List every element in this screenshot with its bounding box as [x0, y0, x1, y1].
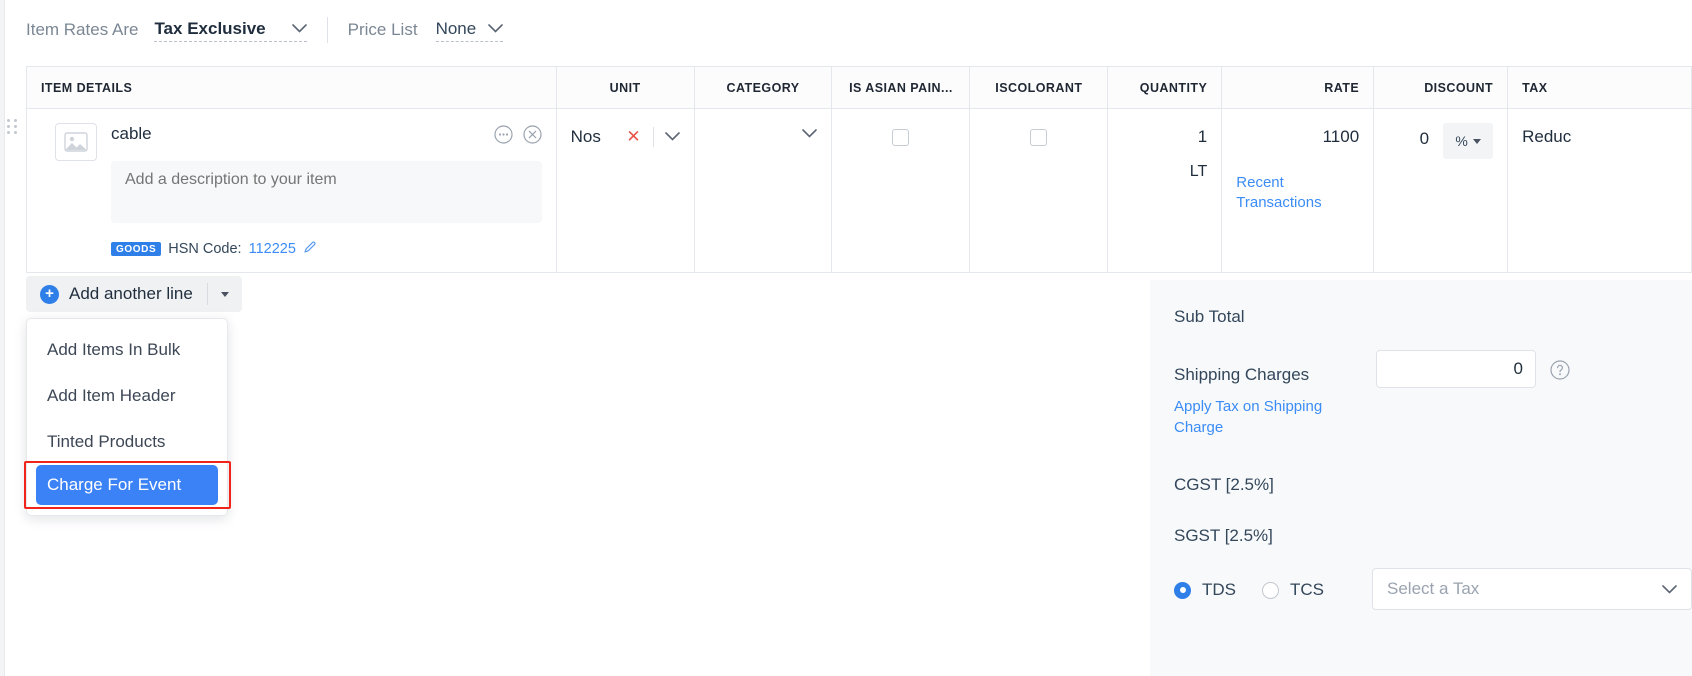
add-another-line-dropdown-toggle[interactable]: [208, 276, 242, 312]
caret-down-icon: [220, 291, 229, 297]
add-line-dropdown-menu: Add Items In Bulk Add Item Header Tinted…: [26, 318, 228, 516]
column-header-unit[interactable]: UNIT: [557, 66, 695, 109]
more-options-icon[interactable]: [494, 125, 513, 149]
price-list-dropdown[interactable]: None: [435, 18, 504, 42]
shipping-charges-label: Shipping Charges: [1174, 365, 1310, 384]
menu-item-add-item-header[interactable]: Add Item Header: [27, 373, 227, 419]
left-rail: [0, 0, 5, 676]
column-header-item-details[interactable]: ITEM DETAILS: [27, 66, 557, 109]
column-header-quantity[interactable]: QUANTITY: [1108, 66, 1223, 109]
hsn-code-label: HSN Code:: [168, 241, 242, 257]
item-name[interactable]: cable: [111, 123, 494, 144]
column-header-discount[interactable]: DISCOUNT: [1374, 66, 1509, 109]
add-another-line-button[interactable]: + Add another line: [26, 276, 242, 312]
item-rates-value: Tax Exclusive: [154, 18, 266, 38]
price-list-value: None: [435, 18, 477, 38]
cell-category: [695, 109, 833, 272]
goods-badge: GOODS: [111, 242, 162, 256]
invoice-items-screen: Item Rates Are Tax Exclusive Price List …: [0, 0, 1692, 676]
item-rates-bar: Item Rates Are Tax Exclusive Price List …: [26, 14, 504, 46]
column-header-is-asian-paint[interactable]: IS ASIAN PAIN...: [832, 66, 971, 109]
item-description-input[interactable]: [111, 161, 542, 223]
tcs-radio[interactable]: [1262, 581, 1279, 599]
edit-pencil-icon[interactable]: [303, 240, 317, 258]
is-asian-paint-checkbox[interactable]: [892, 129, 910, 146]
hsn-code-row: GOODS HSN Code: 112225: [111, 240, 542, 258]
iscolorant-checkbox[interactable]: [1030, 129, 1048, 146]
item-rates-dropdown[interactable]: Tax Exclusive: [154, 18, 307, 42]
quantity-input[interactable]: 1: [1122, 123, 1207, 147]
divider: [326, 17, 328, 43]
line-items-table: ITEM DETAILS UNIT CATEGORY IS ASIAN PAIN…: [7, 66, 1692, 273]
sub-total-label: Sub Total: [1174, 307, 1245, 326]
cell-rate: 1100 Recent Transactions: [1222, 109, 1375, 272]
rate-input[interactable]: 1100: [1236, 123, 1360, 147]
discount-type-value: %: [1455, 133, 1468, 149]
cell-unit: Nos ✕: [557, 109, 695, 272]
cell-is-asian-paint: [832, 109, 971, 272]
tds-label: TDS: [1202, 580, 1236, 599]
item-rates-label: Item Rates Are: [26, 20, 139, 39]
caret-down-icon: [1472, 138, 1481, 144]
tds-radio[interactable]: [1174, 581, 1191, 599]
table-row: cable GOODS: [7, 109, 1692, 272]
category-dropdown[interactable]: [709, 123, 818, 138]
recent-transactions-link[interactable]: Recent Transactions: [1236, 173, 1326, 214]
unit-value[interactable]: Nos: [571, 127, 615, 147]
apply-tax-on-shipping-charge-link[interactable]: Apply Tax on Shipping Charge: [1174, 396, 1334, 438]
cell-iscolorant: [970, 109, 1109, 272]
hsn-code-value[interactable]: 112225: [249, 241, 296, 257]
item-image-placeholder[interactable]: [55, 123, 97, 161]
column-header-iscolorant[interactable]: ISCOLORANT: [970, 66, 1109, 109]
chevron-down-icon: [291, 24, 307, 33]
chevron-down-icon: [1662, 584, 1677, 594]
cgst-label: CGST [2.5%]: [1174, 475, 1274, 494]
tax-value[interactable]: Reduc: [1522, 123, 1677, 147]
discount-type-dropdown[interactable]: %: [1443, 123, 1494, 159]
column-header-category[interactable]: CATEGORY: [695, 66, 833, 109]
tds-tcs-radio-group: TDS TCS: [1174, 580, 1350, 600]
sgst-label: SGST [2.5%]: [1174, 526, 1273, 545]
totals-panel: Sub Total Shipping Charges Apply Tax on …: [1150, 280, 1692, 676]
discount-input[interactable]: 0: [1420, 123, 1443, 149]
price-list-label: Price List: [347, 20, 418, 39]
menu-item-tinted-products[interactable]: Tinted Products: [27, 419, 227, 465]
cell-item-details: cable GOODS: [7, 109, 557, 272]
menu-item-charge-for-event[interactable]: Charge For Event: [36, 465, 218, 505]
help-icon[interactable]: [1550, 360, 1570, 385]
add-another-line-label: Add another line: [69, 284, 193, 303]
shipping-charges-input[interactable]: [1376, 350, 1536, 388]
column-header-rate[interactable]: RATE: [1222, 66, 1375, 109]
cell-tax: Reduc: [1508, 109, 1692, 272]
column-header-tax[interactable]: TAX: [1508, 66, 1692, 109]
plus-icon: +: [40, 284, 59, 304]
quantity-unit-label: LT: [1189, 163, 1208, 180]
menu-item-add-items-in-bulk[interactable]: Add Items In Bulk: [27, 327, 227, 373]
table-header-row: ITEM DETAILS UNIT CATEGORY IS ASIAN PAIN…: [27, 66, 1692, 109]
chevron-down-icon: [488, 24, 504, 33]
drag-handle-icon[interactable]: [7, 119, 18, 134]
select-a-tax-value: Select a Tax: [1387, 579, 1480, 598]
remove-line-icon[interactable]: [523, 125, 542, 149]
unit-dropdown-chevron-down-icon[interactable]: [654, 128, 680, 146]
cell-quantity: 1 LT: [1108, 109, 1223, 272]
chevron-down-icon: [802, 129, 818, 138]
cell-discount: 0 %: [1374, 109, 1509, 272]
clear-unit-icon[interactable]: ✕: [614, 127, 652, 147]
tcs-label: TCS: [1290, 580, 1324, 599]
select-a-tax-dropdown[interactable]: Select a Tax: [1372, 568, 1692, 610]
